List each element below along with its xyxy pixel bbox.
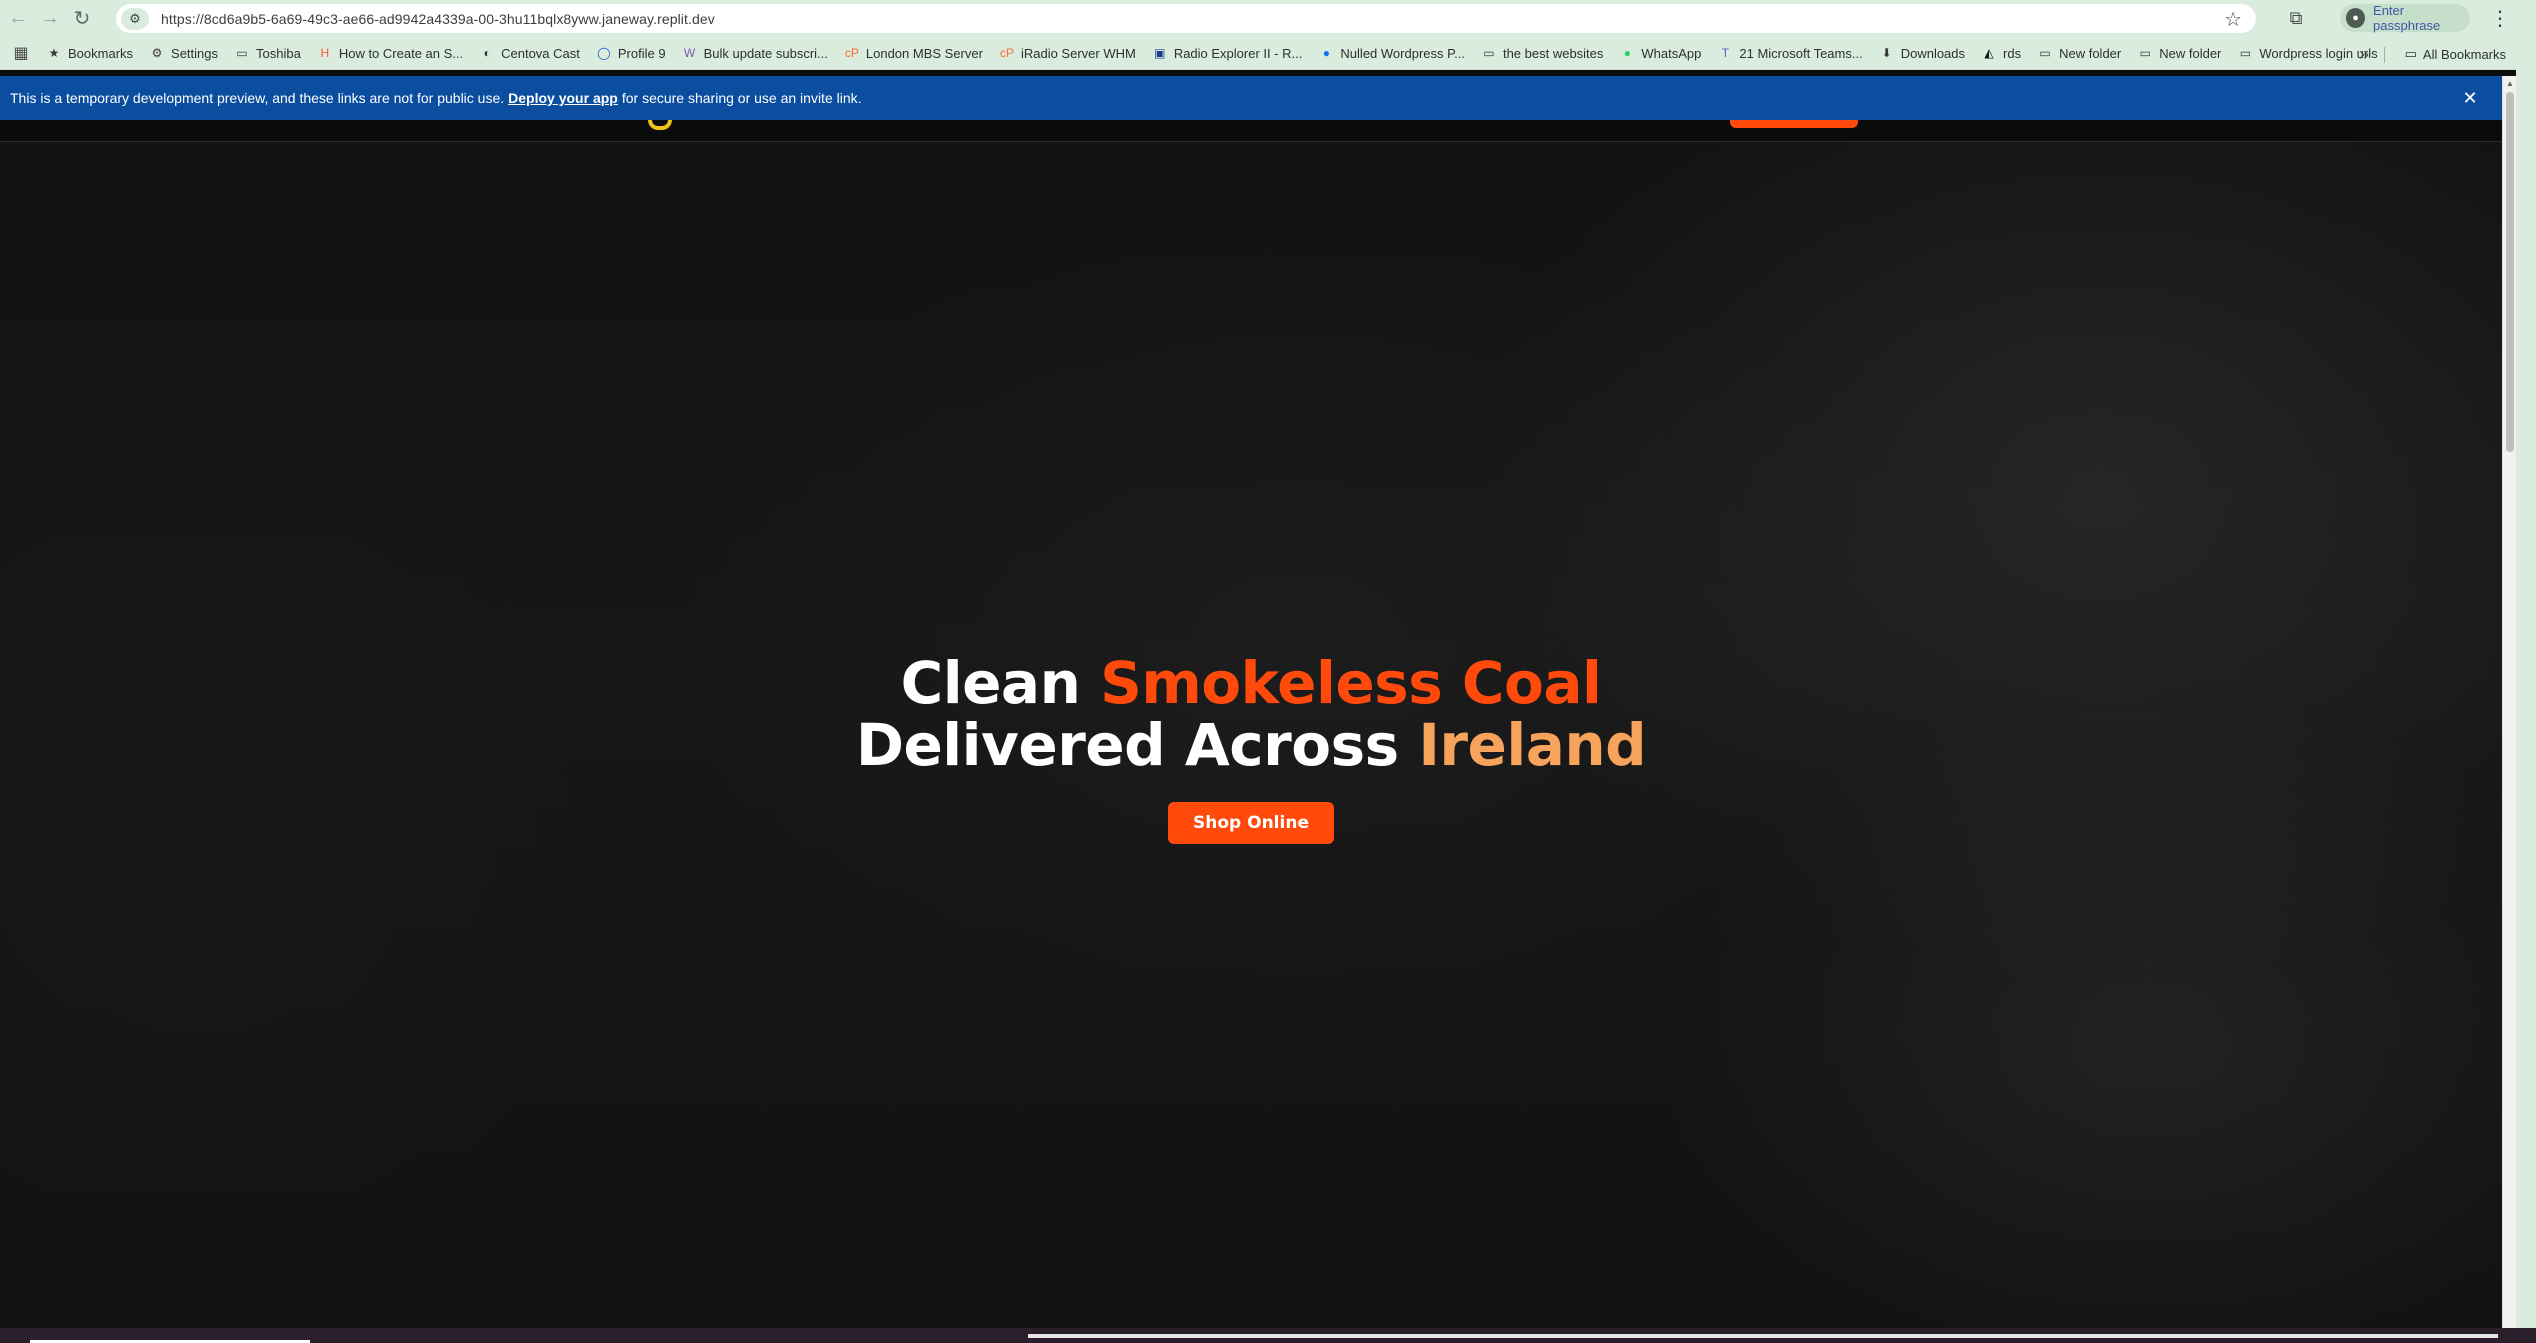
bookmark-label: London MBS Server: [865, 45, 983, 61]
scroll-up-arrow-icon[interactable]: ▲: [2503, 76, 2517, 90]
gear-icon: ⚙: [151, 46, 163, 60]
forward-arrow-icon[interactable]: →: [36, 5, 64, 33]
bookmark-item[interactable]: ▭ Toshiba: [226, 40, 309, 66]
bookmark-label: New folder: [2159, 45, 2222, 61]
bookmark-item[interactable]: cP iRadio Server WHM: [991, 40, 1144, 66]
globe-icon: ●: [1322, 46, 1331, 60]
dev-preview-banner: This is a temporary development preview,…: [0, 76, 2502, 120]
back-arrow-icon[interactable]: ←: [4, 5, 32, 33]
bookmark-label: Profile 9: [617, 45, 666, 61]
bookmark-item[interactable]: ▣ Radio Explorer II - R...: [1144, 40, 1311, 66]
reload-icon[interactable]: ↻: [68, 5, 96, 33]
avatar: ●: [2346, 8, 2366, 28]
bookmark-item[interactable]: ▭ New folder: [2129, 40, 2229, 66]
bookmark-item[interactable]: ◭ rds: [1973, 40, 2029, 66]
bookmark-label: iRadio Server WHM: [1020, 45, 1136, 61]
divider: [2384, 47, 2385, 63]
profile-icon: ◯: [597, 46, 611, 60]
bookmark-label: Downloads: [1900, 45, 1966, 61]
bookmark-label: New folder: [2059, 45, 2122, 61]
hubspot-icon: H: [320, 46, 330, 60]
bookmark-item[interactable]: ◯ Profile 9: [588, 40, 674, 66]
profile-button[interactable]: ● Enter passphrase: [2340, 3, 2470, 33]
apps-grid-icon[interactable]: ▦: [4, 43, 38, 63]
bookmark-star-icon[interactable]: ☆: [2224, 7, 2242, 32]
hero-title-highlight2: Ireland: [1418, 711, 1647, 779]
logo[interactable]: [648, 120, 672, 130]
kebab-menu-icon[interactable]: ⋮: [2486, 4, 2514, 32]
address-bar[interactable]: ⚙ https://8cd6a9b5-6a69-49c3-ae66-ad9942…: [116, 4, 2256, 33]
rds-icon: ◭: [1984, 46, 1994, 60]
folder-icon: ▭: [2239, 46, 2252, 60]
bookmark-item[interactable]: T 21 Microsoft Teams...: [1709, 40, 1870, 66]
bookmark-item[interactable]: ◐ Centova Cast: [471, 40, 588, 66]
folder-icon: ▭: [2139, 46, 2151, 60]
window-edge: [2516, 37, 2536, 1343]
hero-section: Clean Smokeless Coal Delivered Across Ir…: [0, 142, 2502, 1328]
folder-icon: ▭: [1483, 46, 1495, 60]
extensions-icon[interactable]: ⧉: [2282, 4, 2310, 32]
banner-text-after: for secure sharing or use an invite link…: [621, 90, 862, 106]
bookmark-label: Bookmarks: [68, 45, 134, 61]
bookmark-item[interactable]: ⬇ Downloads: [1871, 40, 1973, 66]
site-header: [0, 120, 2502, 142]
horizontal-scrollbar[interactable]: [1028, 1334, 2498, 1338]
all-bookmarks-button[interactable]: ▭ All Bookmarks: [2405, 41, 2506, 67]
bookmark-label: Settings: [171, 45, 219, 61]
hero-title-part1: Clean: [900, 649, 1081, 717]
bookmark-item[interactable]: cP London MBS Server: [836, 40, 991, 66]
bookmark-label: WhatsApp: [1641, 45, 1702, 61]
radio-icon: ▣: [1154, 46, 1166, 60]
bookmark-item[interactable]: ● WhatsApp: [1611, 40, 1709, 66]
bookmark-item[interactable]: W Bulk update subscri...: [674, 40, 836, 66]
whatsapp-icon: ●: [1623, 46, 1632, 60]
bookmark-label: Toshiba: [256, 45, 301, 61]
bookmark-item[interactable]: ★ Bookmarks: [38, 40, 141, 66]
star-icon: ★: [48, 46, 60, 60]
hero-title: Clean Smokeless Coal Delivered Across Ir…: [0, 652, 2502, 776]
bookmark-item[interactable]: ▭ New folder: [2029, 40, 2129, 66]
bookmarks-bar: ▦ ★ Bookmarks ⚙ Settings ▭ Toshiba H How to Cre…: [0, 37, 2536, 70]
shop-online-button[interactable]: Shop Online: [1168, 802, 1334, 844]
profile-label: Enter passphrase: [2373, 3, 2441, 33]
cpanel-icon: cP: [844, 46, 859, 60]
header-cta-button[interactable]: [1730, 120, 1858, 128]
bookmark-label: the best websites: [1502, 45, 1604, 61]
download-icon: ⬇: [1881, 46, 1892, 60]
bookmark-label: 21 Microsoft Teams...: [1739, 45, 1863, 61]
bookmark-label: How to Create an S...: [338, 45, 464, 61]
bookmark-label: Nulled Wordpress P...: [1340, 45, 1465, 61]
close-icon[interactable]: ✕: [2458, 86, 2482, 110]
hero-title-highlight1: Smokeless Coal: [1100, 649, 1602, 717]
folder-icon: ▭: [2039, 46, 2051, 60]
woo-icon: W: [683, 46, 696, 60]
bookmark-label: Bulk update subscri...: [703, 45, 828, 61]
hero-title-part2: Delivered Across: [855, 711, 1399, 779]
bottom-strip: [0, 1328, 2536, 1343]
deploy-app-link[interactable]: Deploy your app: [508, 90, 618, 106]
hero-content: Clean Smokeless Coal Delivered Across Ir…: [0, 652, 2502, 844]
all-bookmarks-label: All Bookmarks: [2422, 46, 2506, 62]
bookmark-item[interactable]: ▭ the best websites: [1473, 40, 1611, 66]
vertical-scrollbar[interactable]: ▲: [2502, 76, 2516, 1328]
scroll-thumb[interactable]: [2506, 92, 2514, 452]
bookmark-label: rds: [2003, 45, 2022, 61]
bookmark-label: Radio Explorer II - R...: [1173, 45, 1303, 61]
folder-icon: ▭: [2404, 46, 2417, 61]
banner-text: This is a temporary development preview,…: [10, 90, 505, 106]
browser-toolbar: ← → ↻ ⚙ https://8cd6a9b5-6a69-49c3-ae66-…: [0, 0, 2536, 37]
bookmark-item[interactable]: ● Nulled Wordpress P...: [1310, 40, 1473, 66]
bookmark-label: Centova Cast: [501, 45, 580, 61]
site-info-icon[interactable]: ⚙: [121, 7, 149, 30]
bookmark-item[interactable]: ⚙ Settings: [141, 40, 226, 66]
chevron-double-right-icon[interactable]: »: [2350, 41, 2378, 67]
teams-icon: T: [1721, 46, 1730, 60]
bookmark-item[interactable]: H How to Create an S...: [309, 40, 471, 66]
centova-icon: ◐: [483, 46, 491, 60]
folder-icon: ▭: [236, 46, 248, 60]
cpanel-icon: cP: [999, 46, 1014, 60]
url-text[interactable]: https://8cd6a9b5-6a69-49c3-ae66-ad9942a4…: [161, 11, 715, 27]
